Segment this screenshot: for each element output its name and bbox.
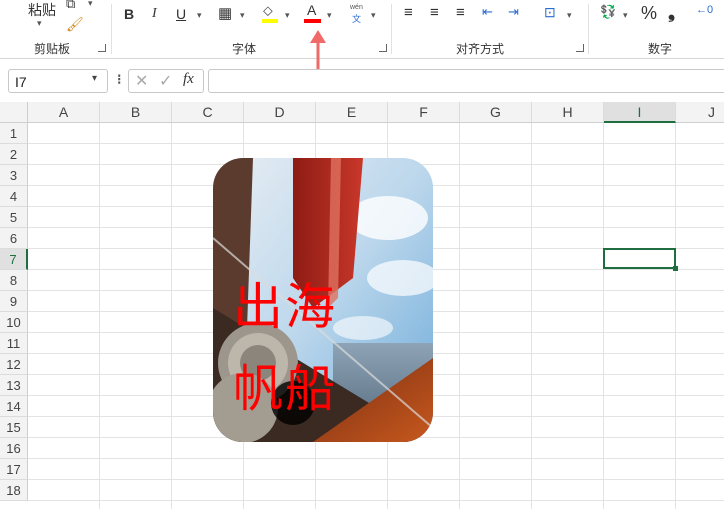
merge-dropdown-icon[interactable]: ▾ — [567, 10, 572, 21]
separator — [391, 4, 392, 54]
row-header-11[interactable]: 11 — [0, 333, 28, 354]
formula-bar: I7 ▾ ⁝ ✕ ✓ fx — [0, 65, 724, 97]
grid-row-line — [28, 143, 724, 144]
align-left-icon[interactable]: ≡ — [404, 4, 413, 21]
column-header-D[interactable]: D — [244, 102, 316, 123]
fill-dropdown-icon[interactable]: ▾ — [285, 10, 290, 21]
inserted-picture[interactable]: 出海 帆船 — [213, 158, 433, 442]
separator — [111, 4, 112, 54]
row-header-15[interactable]: 15 — [0, 417, 28, 438]
font-color-button[interactable]: A — [307, 2, 316, 18]
row-header-9[interactable]: 9 — [0, 291, 28, 312]
enter-icon[interactable]: ✓ — [159, 71, 172, 91]
more-options-icon[interactable]: ⁝ — [117, 71, 121, 88]
comma-style-button[interactable]: ❟ — [668, 2, 675, 23]
currency-icon[interactable]: 💱 — [600, 4, 616, 20]
underline-dropdown-icon[interactable]: ▾ — [197, 10, 202, 21]
align-center-icon[interactable]: ≡ — [430, 4, 439, 21]
column-header-C[interactable]: C — [172, 102, 244, 123]
row-header-13[interactable]: 13 — [0, 375, 28, 396]
group-label-number: 数字 — [648, 42, 673, 56]
merge-center-icon[interactable]: ⊡ — [544, 4, 556, 21]
row-header-7[interactable]: 7 — [0, 249, 28, 270]
column-header-I[interactable]: I — [604, 102, 676, 123]
fill-color-swatch — [262, 19, 278, 23]
font-color-dropdown-icon[interactable]: ▾ — [327, 10, 332, 21]
row-header-17[interactable]: 17 — [0, 459, 28, 480]
picture-text-line1: 出海 — [233, 278, 337, 336]
ribbon: 粘贴 ▾ ⧉ ▾ 🖌 剪贴板 B I U ▾ ▦ ▾ ⬦ ▾ A ▾ wén 文… — [0, 0, 724, 59]
row-header-8[interactable]: 8 — [0, 270, 28, 291]
formula-controls: ✕ ✓ fx — [128, 69, 204, 93]
format-painter-icon[interactable]: 🖌 — [66, 16, 84, 33]
group-label-alignment: 对齐方式 — [456, 42, 505, 56]
paste-button[interactable]: 粘贴 — [28, 0, 56, 20]
grid-column-line — [459, 123, 460, 509]
grid-row-line — [28, 500, 724, 501]
column-header-E[interactable]: E — [316, 102, 388, 123]
phonetic-top: wén — [350, 4, 363, 11]
group-label-font: 字体 — [232, 42, 257, 56]
row-header-6[interactable]: 6 — [0, 228, 28, 249]
column-header-B[interactable]: B — [100, 102, 172, 123]
bold-button[interactable]: B — [124, 6, 134, 22]
border-icon[interactable]: ▦ — [218, 4, 232, 22]
font-launcher-icon[interactable] — [379, 44, 387, 52]
grid-column-line — [675, 123, 676, 509]
picture-text-line2: 帆船 — [233, 360, 337, 418]
cancel-icon[interactable]: ✕ — [135, 71, 148, 91]
border-dropdown-icon[interactable]: ▾ — [240, 10, 245, 21]
grid-row-line — [28, 458, 724, 459]
align-right-icon[interactable]: ≡ — [456, 4, 465, 21]
fill-handle[interactable] — [673, 266, 678, 271]
column-header-G[interactable]: G — [460, 102, 532, 123]
grid-column-line — [603, 123, 604, 509]
group-label-clipboard: 剪贴板 — [34, 42, 71, 56]
name-box-dropdown-icon[interactable]: ▾ — [92, 73, 97, 84]
row-header-3[interactable]: 3 — [0, 165, 28, 186]
increase-indent-icon[interactable]: ⇥ — [508, 4, 519, 20]
column-header-A[interactable]: A — [28, 102, 100, 123]
name-box-value: I7 — [15, 74, 27, 90]
copy-dropdown-icon[interactable]: ▾ — [88, 0, 93, 9]
column-header-J[interactable]: J — [676, 102, 724, 123]
column-header-F[interactable]: F — [388, 102, 460, 123]
row-header-1[interactable]: 1 — [0, 123, 28, 144]
grid-row-line — [28, 479, 724, 480]
separator — [588, 4, 589, 54]
row-header-16[interactable]: 16 — [0, 438, 28, 459]
decrease-decimal-icon[interactable]: ←0 — [696, 4, 713, 16]
grid-column-line — [99, 123, 100, 509]
row-header-4[interactable]: 4 — [0, 186, 28, 207]
row-header-12[interactable]: 12 — [0, 354, 28, 375]
alignment-launcher-icon[interactable] — [576, 44, 584, 52]
row-header-2[interactable]: 2 — [0, 144, 28, 165]
insert-function-button[interactable]: fx — [183, 71, 194, 88]
column-header-H[interactable]: H — [532, 102, 604, 123]
row-header-18[interactable]: 18 — [0, 480, 28, 501]
italic-button[interactable]: I — [152, 6, 157, 22]
row-header-5[interactable]: 5 — [0, 207, 28, 228]
paste-dropdown-icon[interactable]: ▾ — [37, 18, 42, 29]
row-header-14[interactable]: 14 — [0, 396, 28, 417]
currency-dropdown-icon[interactable]: ▾ — [623, 10, 628, 21]
paste-label: 粘贴 — [28, 2, 56, 18]
copy-icon[interactable]: ⧉ — [66, 0, 75, 12]
clipboard-launcher-icon[interactable] — [98, 44, 106, 52]
formula-input[interactable] — [208, 69, 724, 93]
decrease-indent-icon[interactable]: ⇤ — [482, 4, 493, 20]
font-color-swatch — [304, 19, 321, 23]
percent-button[interactable]: % — [641, 3, 657, 24]
select-all-corner[interactable] — [0, 102, 28, 123]
fill-color-icon[interactable]: ⬦ — [263, 2, 273, 19]
phonetic-icon[interactable]: 文 — [352, 12, 361, 25]
grid-column-line — [531, 123, 532, 509]
phonetic-dropdown-icon[interactable]: ▾ — [371, 10, 376, 21]
row-header-10[interactable]: 10 — [0, 312, 28, 333]
active-cell-selection[interactable] — [603, 248, 676, 269]
underline-button[interactable]: U — [176, 6, 186, 22]
grid-column-line — [171, 123, 172, 509]
